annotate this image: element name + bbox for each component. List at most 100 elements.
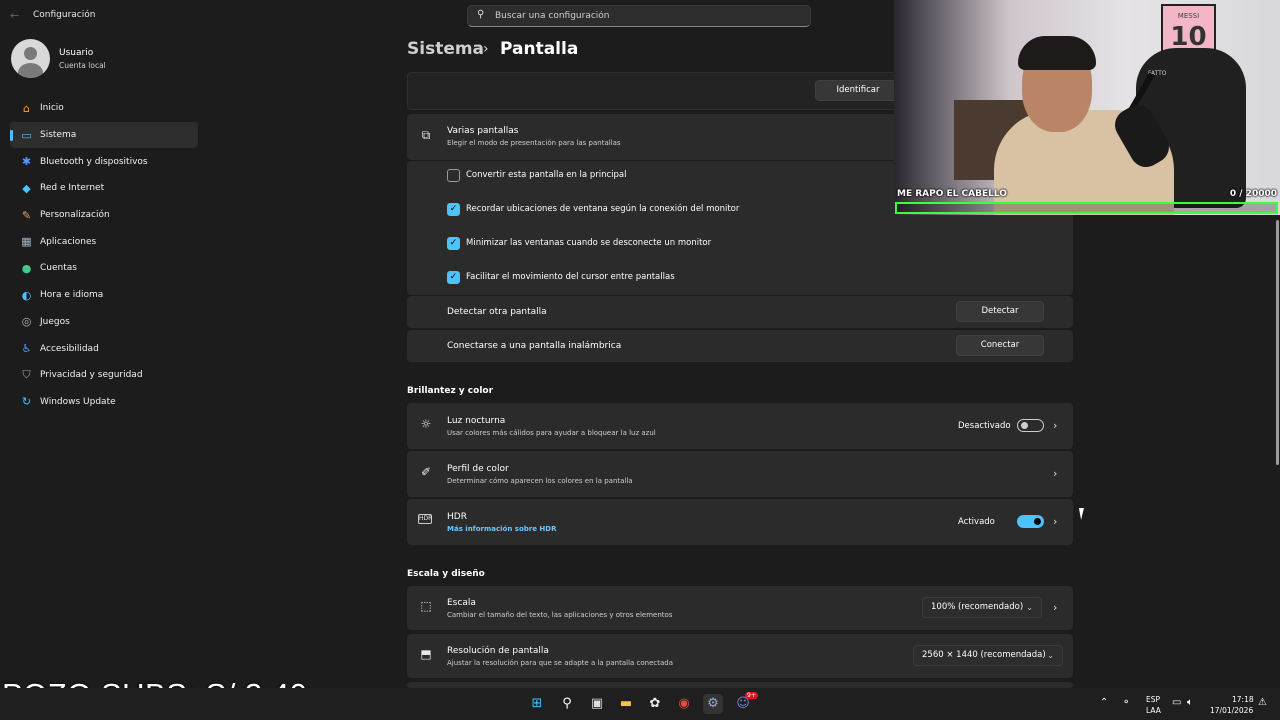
sidebar-item-windows-update[interactable]: ↻ Windows Update <box>10 389 198 416</box>
user-account-type: Cuenta local <box>59 61 106 70</box>
option-remember-window-locations[interactable]: ✓ Recordar ubicaciones de ventana según … <box>447 202 739 216</box>
scrollbar[interactable] <box>1276 220 1279 465</box>
search-input[interactable] <box>495 6 795 26</box>
sidebar-item-label: Aplicaciones <box>40 236 97 247</box>
sidebar-item-hora[interactable]: ◐ Hora e idioma <box>10 282 198 309</box>
sidebar-item-label: Juegos <box>40 316 70 327</box>
card-title: Resolución de pantalla <box>447 646 549 656</box>
hdr-toggle[interactable] <box>1017 515 1044 528</box>
identify-button[interactable]: Identificar <box>815 80 901 101</box>
volume-icon[interactable]: 🔈︎ <box>1187 697 1193 720</box>
user-name: Usuario <box>59 48 94 58</box>
settings-icon[interactable]: ⚙ <box>703 694 723 714</box>
avatar-head-shape <box>24 47 37 60</box>
sidebar-item-label: Privacidad y seguridad <box>40 370 143 381</box>
globe-clock-icon: ◐ <box>21 288 32 302</box>
scale-card[interactable]: ⬚ Escala Cambiar el tamaño del texto, la… <box>407 586 1073 630</box>
scale-dropdown[interactable]: 100% (recomendado) ⌄ <box>922 597 1042 618</box>
back-arrow-icon[interactable]: ← <box>10 9 19 22</box>
chrome-icon[interactable]: ◉ <box>674 694 694 714</box>
hdr-icon: HDR <box>418 514 433 524</box>
goal-progress-bar <box>895 202 1278 214</box>
home-icon: ⌂ <box>23 101 30 115</box>
card-subtitle: Cambiar el tamaño del texto, las aplicac… <box>447 611 673 619</box>
search-icon[interactable]: ⚲ <box>557 694 577 714</box>
hdr-info-link[interactable]: Más información sobre HDR <box>447 525 556 533</box>
hdr-status: Activado <box>958 517 995 527</box>
sidebar-item-inicio[interactable]: ⌂ Inicio <box>10 95 198 122</box>
sidebar-item-accesibilidad[interactable]: ♿ Accesibilidad <box>10 335 198 362</box>
section-heading-brightness: Brillantez y color <box>407 386 494 396</box>
app-title: Configuración <box>33 10 96 20</box>
chevron-right-icon[interactable]: › <box>1053 467 1057 480</box>
card-subtitle: Elegir el modo de presentación para las … <box>447 139 621 147</box>
sidebar-item-label: Cuentas <box>40 263 77 274</box>
scale-value: 100% (recomendado) <box>931 602 1024 612</box>
checkbox[interactable] <box>447 168 460 182</box>
sidebar-item-label: Red e Internet <box>40 183 105 194</box>
checkbox[interactable]: ✓ <box>447 202 460 216</box>
account-icon: ● <box>21 261 32 275</box>
connect-label: Conectarse a una pantalla inalámbrica <box>447 341 622 351</box>
avatar[interactable] <box>11 39 50 78</box>
sidebar-item-aplicaciones[interactable]: ▦ Aplicaciones <box>10 228 198 255</box>
chevron-right-icon[interactable]: › <box>1053 515 1057 528</box>
sidebar-item-cuentas[interactable]: ● Cuentas <box>10 255 198 282</box>
sidebar-item-privacidad[interactable]: ⛉ Privacidad y seguridad <box>10 362 198 389</box>
chevron-right-icon[interactable]: › <box>1053 419 1057 432</box>
detect-button[interactable]: Detectar <box>956 301 1044 322</box>
start-icon[interactable]: ⊞ <box>527 694 547 714</box>
gamepad-icon: ◎ <box>21 315 32 329</box>
resolution-dropdown[interactable]: 2560 × 1440 (recomendada) ⌄ <box>913 645 1063 666</box>
hdr-card[interactable]: HDR HDR Más información sobre HDR Activa… <box>407 499 1073 545</box>
connect-button[interactable]: Conectar <box>956 335 1044 356</box>
chatgpt-icon[interactable]: ✿ <box>645 694 665 714</box>
microphone-icon[interactable]: ⚬ <box>1122 697 1130 720</box>
sidebar-item-label: Sistema <box>40 130 77 141</box>
card-subtitle: Usar colores más cálidos para ayudar a b… <box>447 429 656 437</box>
checkbox[interactable]: ✓ <box>447 270 460 284</box>
discord-badge: 9+ <box>745 692 758 699</box>
sidebar-item-juegos[interactable]: ◎ Juegos <box>10 309 198 336</box>
search-box[interactable]: ⚲ <box>467 5 811 27</box>
sidebar-item-red[interactable]: ◆ Red e Internet <box>10 175 198 202</box>
option-minimize-windows[interactable]: ✓ Minimizar las ventanas cuando se desco… <box>447 236 711 250</box>
sidebar-item-sistema[interactable]: ▭ Sistema <box>10 121 198 149</box>
card-subtitle: Ajustar la resolución para que se adapte… <box>447 659 674 667</box>
resolution-value: 2560 × 1440 (recomendada) <box>922 650 1046 660</box>
notification-icon[interactable]: ⚠ <box>1258 697 1267 720</box>
sidebar-item-personalizacion[interactable]: ✎ Personalización <box>10 202 198 229</box>
network-icon[interactable]: ▭ <box>1172 697 1181 720</box>
color-profile-card[interactable]: ✐ Perfil de color Determinar cómo aparec… <box>407 451 1073 497</box>
chevron-up-icon[interactable]: ⌃ <box>1100 697 1108 720</box>
task-view-icon[interactable]: ▣ <box>587 694 607 714</box>
breadcrumb-parent[interactable]: Sistema <box>407 39 484 59</box>
wireless-display-row: Conectarse a una pantalla inalámbrica Co… <box>407 330 1073 362</box>
sidebar-item-label: Bluetooth y dispositivos <box>40 156 148 167</box>
checkbox-label: Facilitar el movimiento del cursor entre… <box>466 272 675 282</box>
streamer-hair <box>1018 36 1096 70</box>
pen-icon: ✐ <box>420 465 432 479</box>
checkbox[interactable]: ✓ <box>447 236 460 250</box>
option-make-primary[interactable]: Convertir esta pantalla en la principal <box>447 168 626 182</box>
resolution-card[interactable]: ⬒ Resolución de pantalla Ajustar la reso… <box>407 634 1073 678</box>
card-subtitle: Determinar cómo aparecen los colores en … <box>447 477 633 485</box>
accessibility-icon: ♿ <box>21 342 32 356</box>
night-light-card[interactable]: ☼ Luz nocturna Usar colores más cálidos … <box>407 403 1073 449</box>
checkbox-label: Recordar ubicaciones de ventana según la… <box>466 204 740 214</box>
file-explorer-icon[interactable]: ▬ <box>616 694 636 714</box>
option-ease-cursor-movement[interactable]: ✓ Facilitar el movimiento del cursor ent… <box>447 270 675 284</box>
sidebar-item-label: Personalización <box>40 210 110 221</box>
poster-title: MESSI <box>1177 12 1200 20</box>
sidebar-item-bluetooth[interactable]: ✱ Bluetooth y dispositivos <box>10 148 198 175</box>
chevron-down-icon: ⌄ <box>1047 651 1054 660</box>
night-light-toggle[interactable] <box>1017 419 1044 432</box>
night-light-status: Desactivado <box>958 421 1011 431</box>
goal-count: 0 / 20000 <box>1229 189 1277 199</box>
language-bottom[interactable]: LAA <box>1146 706 1161 720</box>
card-title: HDR <box>447 512 467 522</box>
chevron-right-icon[interactable]: › <box>1053 601 1057 614</box>
detect-display-row: Detectar otra pantalla Detectar <box>407 296 1073 328</box>
chevron-down-icon: ⌄ <box>1026 603 1033 612</box>
clock-date[interactable]: 17/01/2026 <box>1210 706 1253 720</box>
